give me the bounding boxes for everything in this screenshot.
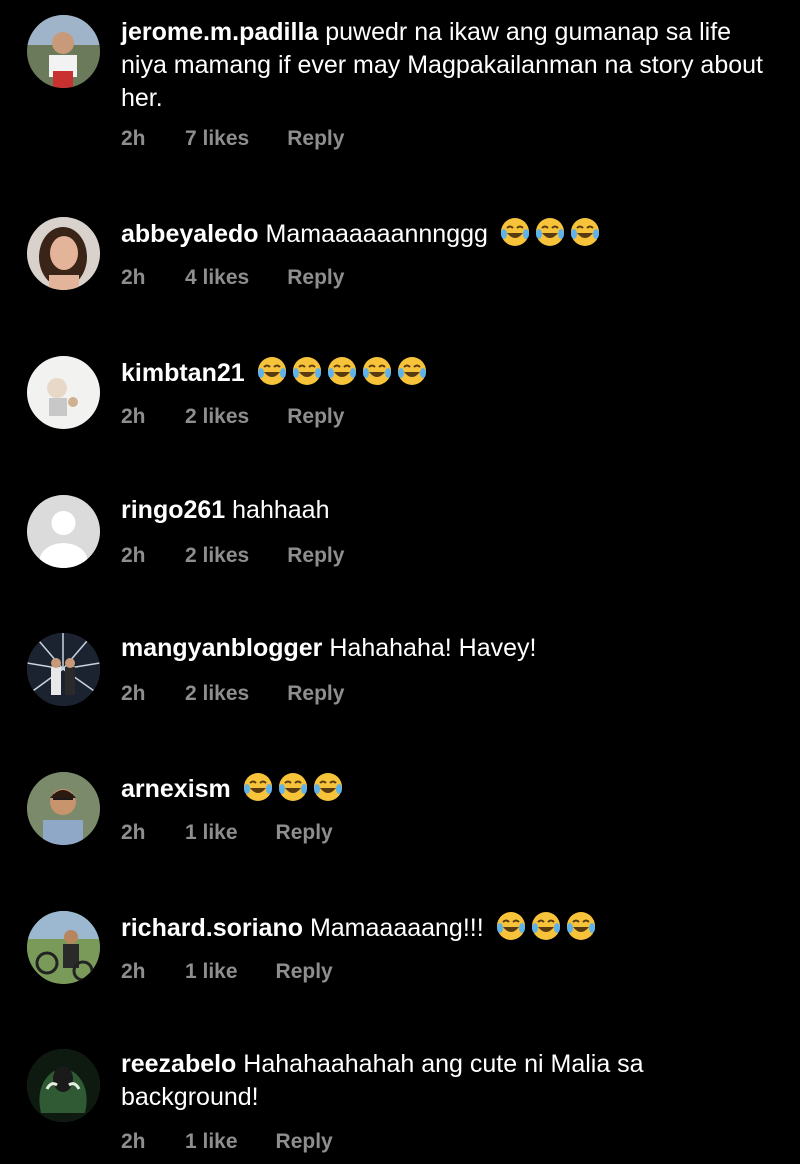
face-with-tears-of-joy-icon <box>256 355 288 387</box>
timestamp: 2h <box>121 127 146 150</box>
comment-text: Hahahaha! Havey! <box>329 634 537 662</box>
face-with-tears-of-joy-icon <box>277 771 309 803</box>
avatar[interactable] <box>27 911 100 984</box>
likes-count[interactable]: 2 likes <box>185 543 249 569</box>
timestamp: 2h <box>121 1130 146 1153</box>
reply-button[interactable]: Reply <box>287 404 344 430</box>
reply-button[interactable]: Reply <box>276 820 333 846</box>
reply-button[interactable]: Reply <box>287 543 344 569</box>
face-with-tears-of-joy-icon <box>326 355 358 387</box>
reply-button[interactable]: Reply <box>276 1129 333 1155</box>
timestamp: 2h <box>121 682 146 705</box>
face-with-tears-of-joy-icon <box>530 910 562 942</box>
likes-count[interactable]: 2 likes <box>185 681 249 707</box>
timestamp: 2h <box>121 960 146 983</box>
face-with-tears-of-joy-icon <box>312 771 344 803</box>
likes-count[interactable]: 1 like <box>185 820 238 846</box>
comment-text: Mamaaaaang!!! <box>309 914 484 942</box>
face-with-tears-of-joy-icon <box>291 355 323 387</box>
avatar[interactable] <box>27 495 100 568</box>
comment-text: hahhaah <box>232 496 330 524</box>
timestamp: 2h <box>121 405 146 428</box>
reply-button[interactable]: Reply <box>287 126 344 152</box>
avatar[interactable] <box>27 217 100 290</box>
reply-button[interactable]: Reply <box>287 681 344 707</box>
avatar[interactable] <box>27 1049 100 1122</box>
username[interactable]: abbeyaledo <box>121 220 259 248</box>
username[interactable]: reezabelo <box>121 1050 236 1078</box>
emoji-group <box>242 771 344 803</box>
face-with-tears-of-joy-icon <box>396 355 428 387</box>
likes-count[interactable]: 1 like <box>185 1129 238 1155</box>
comment-text: Mamaaaaaannnggg <box>265 220 488 248</box>
username[interactable]: ringo261 <box>121 496 225 524</box>
likes-count[interactable]: 7 likes <box>185 126 249 152</box>
timestamp: 2h <box>121 266 146 289</box>
username[interactable]: richard.soriano <box>121 914 303 942</box>
username[interactable]: arnexism <box>121 775 231 803</box>
likes-count[interactable]: 4 likes <box>185 265 249 291</box>
face-with-tears-of-joy-icon <box>569 216 601 248</box>
face-with-tears-of-joy-icon <box>495 910 527 942</box>
username[interactable]: mangyanblogger <box>121 634 322 662</box>
username[interactable]: kimbtan21 <box>121 359 245 387</box>
avatar[interactable] <box>27 15 100 88</box>
emoji-group <box>499 216 601 248</box>
likes-count[interactable]: 2 likes <box>185 404 249 430</box>
username[interactable]: jerome.m.padilla <box>121 18 318 46</box>
reply-button[interactable]: Reply <box>276 959 333 985</box>
emoji-group <box>495 910 597 942</box>
likes-count[interactable]: 1 like <box>185 959 238 985</box>
timestamp: 2h <box>121 544 146 567</box>
reply-button[interactable]: Reply <box>287 265 344 291</box>
face-with-tears-of-joy-icon <box>565 910 597 942</box>
avatar[interactable] <box>27 633 100 706</box>
avatar[interactable] <box>27 772 100 845</box>
face-with-tears-of-joy-icon <box>242 771 274 803</box>
face-with-tears-of-joy-icon <box>499 216 531 248</box>
timestamp: 2h <box>121 821 146 844</box>
emoji-group <box>256 355 428 387</box>
avatar[interactable] <box>27 356 100 429</box>
face-with-tears-of-joy-icon <box>534 216 566 248</box>
face-with-tears-of-joy-icon <box>361 355 393 387</box>
